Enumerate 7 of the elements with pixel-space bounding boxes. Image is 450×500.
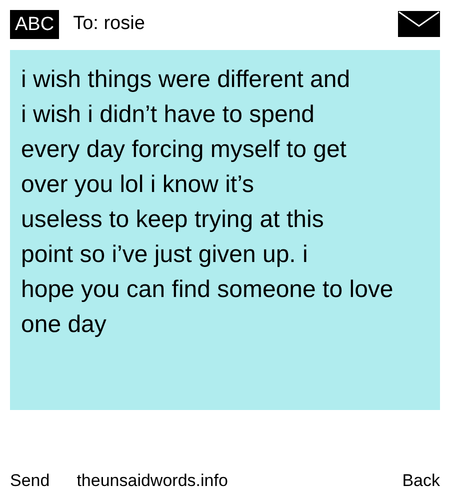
send-button[interactable]: Send (10, 468, 50, 493)
back-button[interactable]: Back (402, 468, 440, 493)
envelope-icon[interactable] (398, 11, 440, 37)
site-link[interactable]: theunsaidwords.info (76, 468, 228, 493)
input-mode-badge: ABC (10, 10, 60, 38)
recipient-label: To: rosie (73, 12, 145, 36)
message-text-area[interactable]: i wish things were different and i wish i didn’t have to spend every day forcing myself to get over you lol i know it’s useless to keep trying at this point so i’ve just given up. i hope you can find someone to love one day (10, 50, 440, 410)
